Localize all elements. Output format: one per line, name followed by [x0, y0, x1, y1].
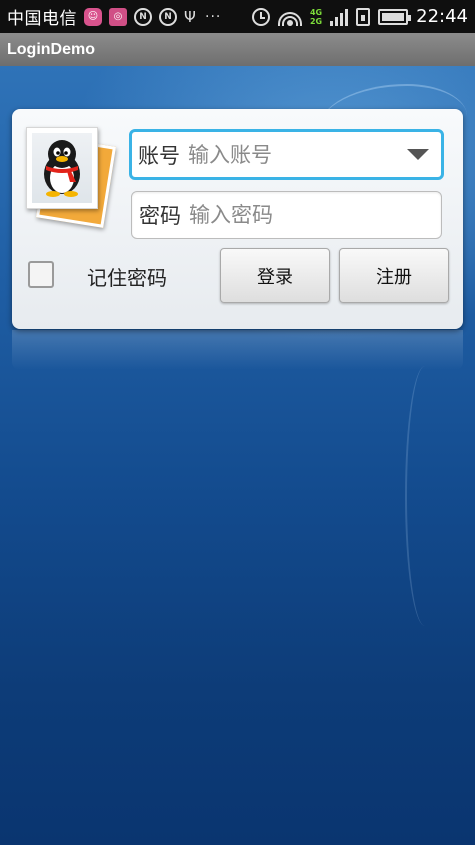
- pink-app-icon-2: ◎: [109, 7, 127, 26]
- battery-icon: [378, 8, 412, 25]
- carrier-name: 中国电信: [7, 9, 77, 29]
- water-drip-decoration: [405, 366, 445, 626]
- status-right: 4G 2G 22:44: [251, 6, 468, 27]
- account-input[interactable]: [188, 142, 388, 167]
- register-button[interactable]: 注册: [339, 248, 449, 303]
- panel-reflection: [12, 330, 463, 370]
- status-time: 22:44: [416, 6, 468, 27]
- login-panel: 账号 密码 记住密码 登录 注册: [12, 109, 463, 329]
- login-button[interactable]: 登录: [220, 248, 330, 303]
- dropdown-arrow-icon[interactable]: [407, 149, 429, 160]
- app-title: LoginDemo: [7, 40, 95, 58]
- password-field[interactable]: 密码: [131, 191, 442, 239]
- photo-front-frame: [26, 127, 98, 209]
- network-type-top: 4G: [309, 7, 323, 17]
- n-icon-2: N: [159, 7, 177, 26]
- remember-password-label: 记住密码: [87, 266, 167, 290]
- signal-icon: [330, 8, 349, 26]
- network-type-label: 4G 2G: [310, 8, 322, 26]
- password-label: 密码: [139, 204, 181, 228]
- status-bar: 中国电信 ☺ ◎ N N Ψ ··· 4G 2G 22:44: [0, 0, 475, 33]
- n-icon: N: [134, 7, 152, 26]
- account-field[interactable]: 账号: [129, 129, 444, 180]
- alarm-clock-icon: [251, 7, 270, 26]
- pink-app-icon: ☺: [84, 7, 102, 26]
- account-label: 账号: [138, 143, 180, 168]
- password-input[interactable]: [189, 203, 389, 227]
- status-left: 中国电信 ☺ ◎ N N Ψ ···: [7, 4, 221, 29]
- sim-icon: [356, 7, 371, 26]
- avatar[interactable]: [26, 127, 116, 228]
- remember-password-checkbox[interactable]: [28, 261, 54, 288]
- wifi-icon: [277, 8, 302, 26]
- network-type-bottom: 2G: [309, 16, 323, 26]
- avatar-image: [32, 133, 92, 203]
- title-bar: LoginDemo: [0, 33, 475, 66]
- more-icon: ···: [205, 8, 222, 25]
- usb-icon: Ψ: [184, 7, 196, 26]
- qq-penguin-icon: [44, 140, 80, 197]
